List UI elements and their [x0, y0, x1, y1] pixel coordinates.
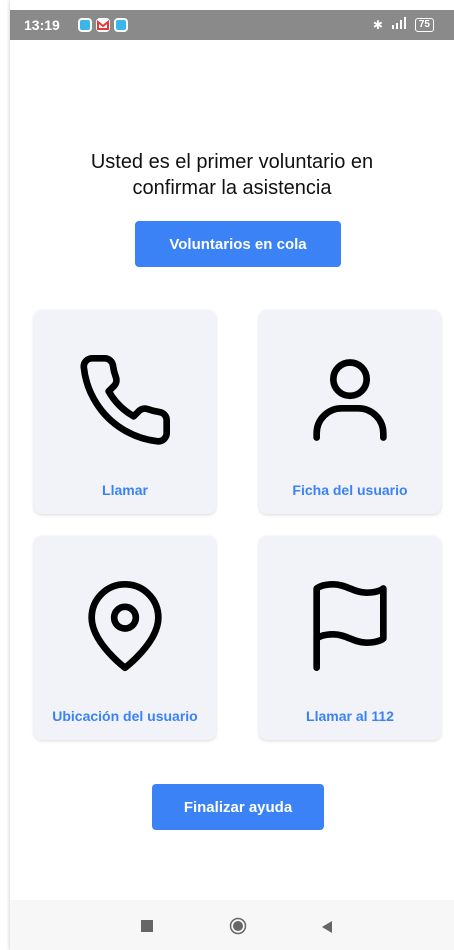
bluetooth-icon: ✱: [372, 17, 383, 32]
user-icon: [313, 359, 387, 441]
system-nav-bar: [10, 900, 454, 950]
back-triangle-icon[interactable]: [321, 920, 333, 938]
heading-line-2: confirmar la asistencia: [132, 177, 332, 199]
app-notification-icon: [78, 18, 92, 32]
status-time: 13:19: [24, 17, 60, 33]
status-icons: ✱ 75: [373, 17, 434, 32]
call-112-card[interactable]: Llamar al 112: [259, 536, 441, 740]
user-profile-card[interactable]: Ficha del usuario: [259, 310, 441, 514]
page-title: Usted es el primer voluntario en confirm…: [10, 149, 454, 201]
call-card[interactable]: Llamar: [34, 310, 216, 514]
user-location-card[interactable]: Ubicación del usuario: [34, 536, 216, 740]
battery-icon: 75: [414, 17, 434, 32]
phone-icon: [80, 355, 171, 445]
heading-line-1: Usted es el primer voluntario en: [90, 151, 374, 173]
recents-square-icon[interactable]: [141, 920, 153, 932]
home-circle-icon[interactable]: [229, 917, 247, 935]
signal-icon: [391, 17, 407, 32]
app-notification-icon: [114, 18, 128, 32]
user-location-label: Ubicación del usuario: [52, 708, 198, 724]
gmail-notification-icon: [96, 18, 110, 32]
finish-help-button[interactable]: Finalizar ayuda: [152, 784, 324, 830]
call-112-label: Llamar al 112: [306, 708, 394, 724]
location-pin-icon: [88, 581, 162, 671]
status-bar: 13:19 ✱ 75: [10, 10, 454, 40]
app-screen: 13:19 ✱ 75 Usted es el primer voluntario…: [10, 0, 454, 950]
user-profile-label: Ficha del usuario: [292, 482, 408, 498]
flag-icon: [313, 581, 387, 671]
call-label: Llamar: [102, 482, 148, 498]
queue-volunteers-button[interactable]: Voluntarios en cola: [135, 221, 341, 267]
